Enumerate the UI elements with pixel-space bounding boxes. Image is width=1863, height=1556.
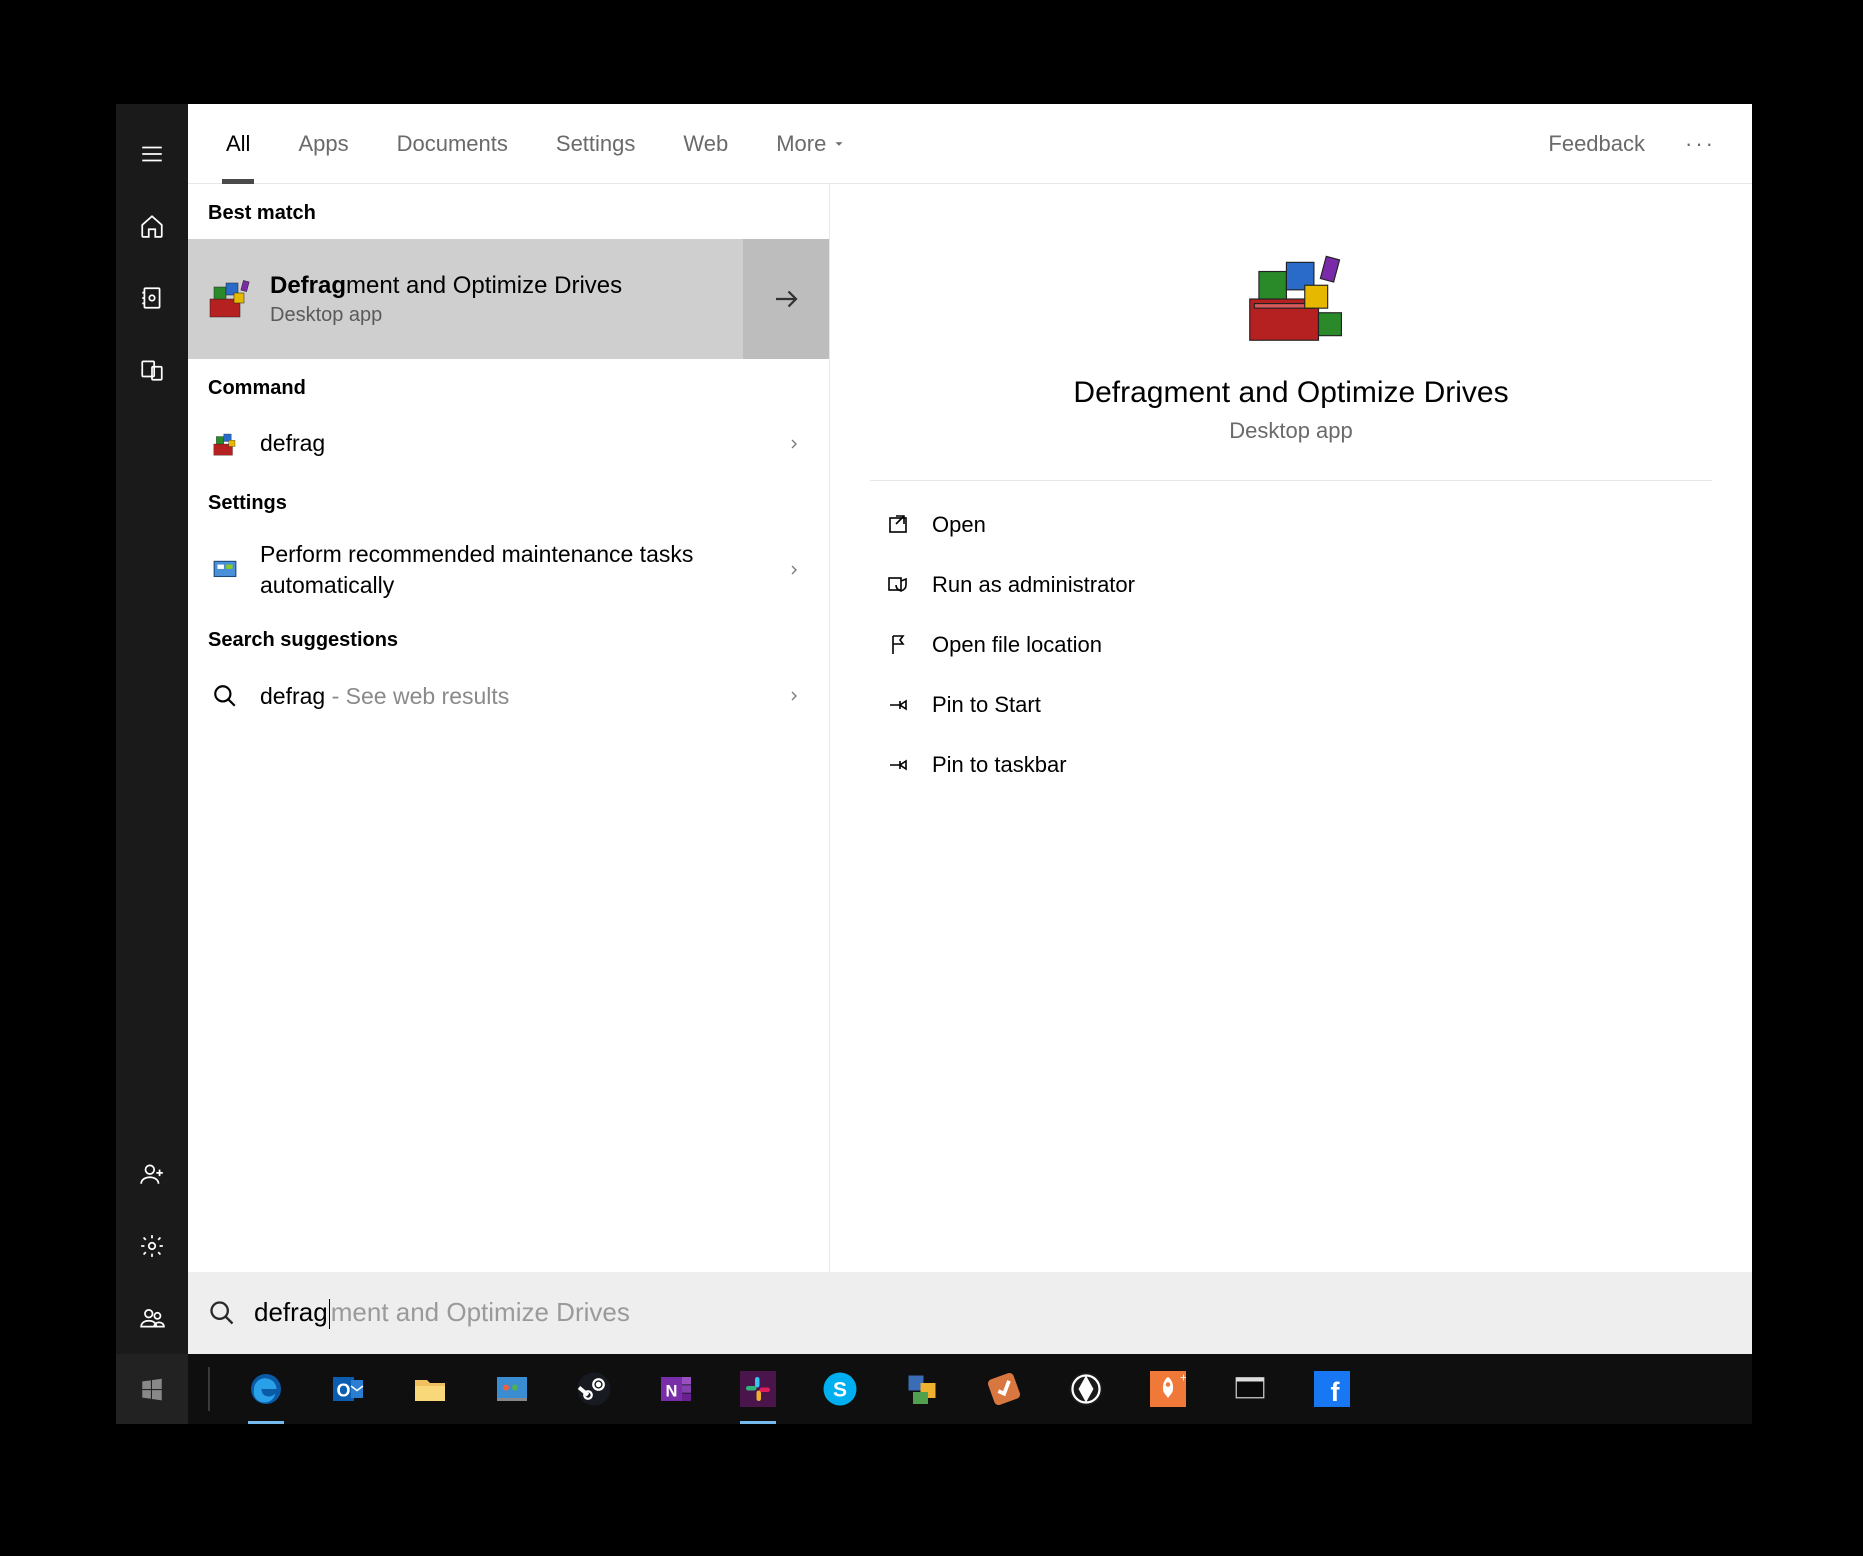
taskbar-file-explorer[interactable] [410,1369,450,1409]
chevron-right-icon [779,688,809,704]
filter-tabs: All Apps Documents Settings Web More Fee… [188,104,1752,184]
command-label: defrag [260,428,779,459]
devices-icon[interactable] [116,334,188,406]
feedback-link[interactable]: Feedback [1530,131,1663,157]
search-results-panel: All Apps Documents Settings Web More Fee… [188,104,1752,1272]
taskbar-facebook[interactable]: f [1312,1369,1352,1409]
tab-more[interactable]: More [752,104,870,184]
folder-icon [878,633,918,657]
chevron-right-icon [779,562,809,578]
svg-text:S: S [833,1379,847,1402]
start-button[interactable] [116,1354,188,1424]
command-header: Command [188,359,829,414]
taskbar-outlook[interactable]: O [328,1369,368,1409]
action-run-as-admin[interactable]: Run as administrator [870,555,1712,615]
overflow-menu-icon[interactable]: ··· [1663,131,1738,157]
action-open-file-location[interactable]: Open file location [870,615,1712,675]
arrow-right-icon [771,284,801,314]
suggestions-header: Search suggestions [188,611,829,666]
taskbar-skype[interactable]: S [820,1369,860,1409]
taskbar-edge[interactable] [246,1369,286,1409]
search-icon [208,1299,236,1327]
results-list: Best match D [188,184,830,1272]
open-icon [878,513,918,537]
taskbar-todo[interactable] [984,1369,1024,1409]
home-icon[interactable] [116,190,188,262]
action-pin-to-start[interactable]: Pin to Start [870,675,1712,735]
expand-arrow-button[interactable] [743,239,829,359]
chevron-right-icon [779,436,809,452]
taskbar-software-center[interactable] [492,1369,532,1409]
settings-header: Settings [188,474,829,529]
windows-icon [139,1376,165,1402]
tab-all[interactable]: All [202,104,274,184]
taskbar-picasa[interactable] [1066,1369,1106,1409]
people-icon[interactable] [116,1282,188,1354]
setting-label: Perform recommended maintenance tasks au… [260,539,779,601]
svg-text:N: N [666,1383,678,1401]
pin-icon [878,693,918,717]
chevron-down-icon [832,137,846,151]
taskbar-rocket-app[interactable]: + [1148,1369,1188,1409]
hamburger-icon[interactable] [116,118,188,190]
best-match-title: Defragment and Optimize Drives [270,272,622,300]
defrag-icon [204,275,252,323]
taskbar: O N S + f [116,1354,1752,1424]
settings-gear-icon[interactable] [116,1210,188,1282]
svg-text:+: + [1180,1371,1186,1385]
svg-text:O: O [336,1381,350,1401]
tab-documents[interactable]: Documents [373,104,532,184]
start-left-rail [116,104,188,1354]
action-open[interactable]: Open [870,495,1712,555]
taskbar-terminal[interactable] [1230,1369,1270,1409]
action-pin-to-taskbar[interactable]: Pin to taskbar [870,735,1712,795]
web-suggestion-result[interactable]: defrag - See web results [188,666,829,726]
tab-settings[interactable]: Settings [532,104,660,184]
preview-subtitle: Desktop app [1229,418,1353,444]
tab-web[interactable]: Web [659,104,752,184]
command-result[interactable]: defrag [188,414,829,474]
taskbar-onenote[interactable]: N [656,1369,696,1409]
control-panel-icon [208,553,242,587]
defrag-large-icon [1236,244,1346,354]
search-icon [208,679,242,713]
pin-icon [878,753,918,777]
search-typed-text: defrag [254,1297,328,1327]
best-match-header: Best match [188,184,829,239]
preview-title: Defragment and Optimize Drives [1073,376,1508,410]
shield-icon [878,573,918,597]
defrag-small-icon [208,427,242,461]
best-match-result[interactable]: Defragment and Optimize Drives Desktop a… [188,239,829,359]
web-suggestion-label: defrag - See web results [260,681,779,712]
taskbar-slack[interactable] [738,1369,778,1409]
search-input[interactable]: defragment and Optimize Drives [188,1272,1752,1354]
search-autocomplete-text: ment and Optimize Drives [331,1297,630,1327]
taskbar-sticky-notes[interactable] [902,1369,942,1409]
windows-search-screenshot: All Apps Documents Settings Web More Fee… [116,104,1752,1454]
tab-apps[interactable]: Apps [274,104,372,184]
best-match-subtitle: Desktop app [270,304,622,327]
preview-pane: Defragment and Optimize Drives Desktop a… [830,184,1752,1272]
notebook-icon[interactable] [116,262,188,334]
svg-text:f: f [1331,1377,1341,1407]
setting-result[interactable]: Perform recommended maintenance tasks au… [188,529,829,611]
add-user-icon[interactable] [116,1138,188,1210]
taskbar-steam[interactable] [574,1369,614,1409]
